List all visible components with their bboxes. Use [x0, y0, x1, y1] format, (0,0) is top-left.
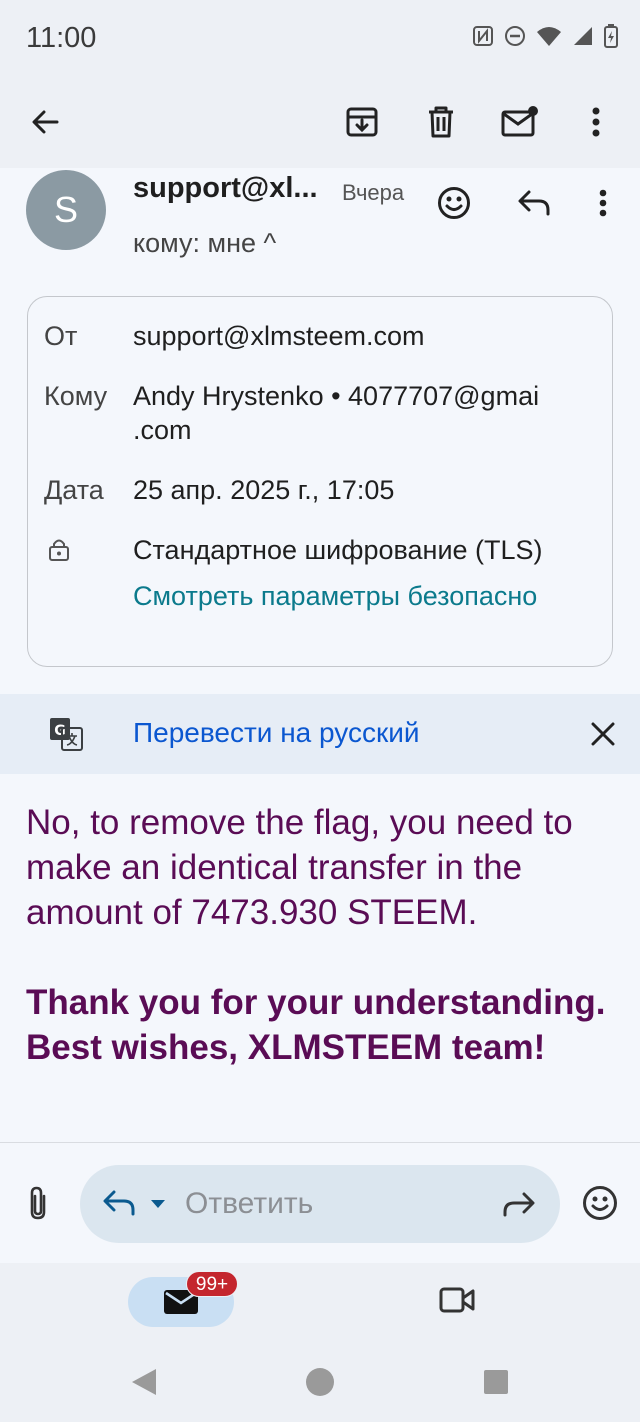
unread-badge: 99+ [186, 1271, 238, 1297]
system-nav-bar [0, 1340, 640, 1422]
emoji-icon [583, 1186, 617, 1220]
to-value-continued: .com [133, 415, 192, 445]
to-label: Кому [44, 381, 108, 411]
video-icon [439, 1287, 475, 1313]
wifi-icon [537, 27, 561, 46]
nav-home-icon[interactable] [305, 1367, 335, 1397]
nav-recents-icon[interactable] [483, 1369, 509, 1395]
top-toolbar [0, 76, 640, 168]
status-bar: 11:00 [0, 0, 640, 76]
nav-back-icon[interactable] [130, 1367, 158, 1397]
dnd-icon [505, 26, 525, 46]
avatar[interactable]: S [26, 170, 106, 250]
emoji-icon [438, 187, 470, 219]
sender-name[interactable]: support@xl... [133, 172, 318, 205]
attachment-icon [30, 1186, 46, 1220]
message-date: Вчера [342, 180, 405, 205]
reply-input[interactable]: Ответить [80, 1165, 560, 1243]
translate-bar: G Перевести на русский [0, 694, 640, 774]
svg-text:G: G [54, 723, 66, 739]
chevron-down-icon[interactable] [150, 1199, 166, 1209]
nfc-icon [473, 26, 493, 46]
translate-link[interactable]: Перевести на русский [133, 717, 420, 749]
from-value[interactable]: support@xlmsteem.com [133, 321, 599, 352]
message-header: S support@xl... Вчера кому: мне ^ [0, 168, 640, 288]
to-value[interactable]: Andy Hrystenko • 4077707@gmai [133, 381, 599, 412]
attach-button[interactable] [22, 1185, 54, 1226]
trash-icon [429, 106, 453, 138]
archive-icon [346, 107, 378, 137]
reply-placeholder: Ответить [185, 1187, 314, 1220]
close-icon [591, 722, 615, 746]
encryption-info: Стандартное шифрование (TLS) [133, 535, 543, 565]
forward-icon[interactable] [502, 1191, 536, 1217]
date-label: Дата [44, 475, 104, 505]
reply-icon [518, 190, 550, 216]
body-signature: Thank you for your understanding. Best w… [26, 983, 606, 1067]
reply-emoji-button[interactable] [582, 1185, 618, 1226]
add-reaction-button[interactable] [429, 178, 479, 228]
message-body: No, to remove the flag, you need to make… [26, 800, 626, 1070]
reply-bar: Ответить [0, 1143, 640, 1263]
nav-meet[interactable] [438, 1285, 476, 1320]
status-icons [472, 24, 618, 48]
archive-button[interactable] [332, 92, 392, 152]
delete-button[interactable] [411, 92, 471, 152]
message-details-card: От support@xlmsteem.com Кому Andy Hryste… [27, 296, 613, 667]
more-options-button[interactable] [566, 92, 626, 152]
bottom-nav: 99+ [0, 1263, 640, 1340]
lock-icon [48, 537, 70, 568]
security-details-link[interactable]: Смотреть параметры безопасно [133, 581, 599, 612]
battery-icon [604, 24, 618, 48]
back-icon [32, 110, 59, 134]
date-value: 25 апр. 2025 г., 17:05 [133, 475, 395, 505]
translate-icon: G [50, 718, 83, 751]
from-label: От [44, 321, 78, 351]
close-translate-button[interactable] [585, 716, 621, 752]
body-paragraph: No, to remove the flag, you need to make… [26, 803, 573, 932]
message-more-button[interactable] [578, 178, 628, 228]
signal-icon [574, 27, 592, 45]
reply-button[interactable] [509, 178, 559, 228]
more-vert-icon [599, 189, 607, 217]
back-button[interactable] [15, 92, 75, 152]
recipient-toggle[interactable]: кому: мне ^ [133, 228, 276, 259]
more-vert-icon [592, 107, 600, 137]
mark-unread-button[interactable] [490, 92, 550, 152]
reply-icon [103, 1190, 135, 1216]
mark-unread-icon [501, 106, 538, 137]
status-time: 11:00 [26, 22, 97, 54]
